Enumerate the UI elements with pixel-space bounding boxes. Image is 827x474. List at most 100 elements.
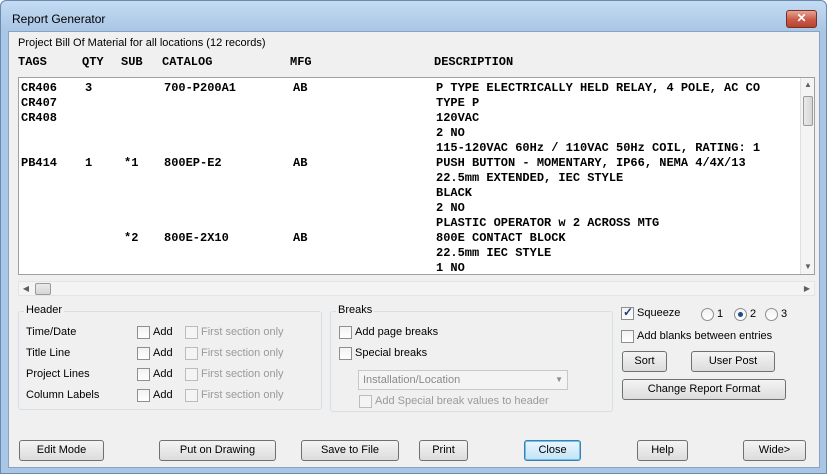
title-line-add-label: Add xyxy=(153,347,173,359)
column-labels-first-section-label: First section only xyxy=(201,389,284,401)
title-bar[interactable]: Report Generator ✕ xyxy=(1,1,826,31)
horizontal-scroll-thumb[interactable] xyxy=(35,283,51,295)
squeeze-checkbox[interactable] xyxy=(621,305,634,320)
report-row: CR408 120VAC xyxy=(19,111,804,126)
time-date-label: Time/Date xyxy=(26,326,77,338)
report-row: CR407 TYPE P xyxy=(19,96,804,111)
report-listing[interactable]: CR406 3 700-P200A1 AB P TYPE ELECTRICALLY HE… xyxy=(18,77,815,275)
report-row: PLASTIC OPERATOR w 2 ACROSS MTG xyxy=(19,216,804,231)
report-cell-description: 1 NO xyxy=(436,261,465,273)
report-row: 2 NO xyxy=(19,201,804,216)
edit-mode-button[interactable]: Edit Mode xyxy=(19,440,104,461)
column-header-mfg: MFG xyxy=(290,55,312,69)
add-special-break-values-label: Add Special break values to header xyxy=(375,395,549,407)
report-row: 115-120VAC 60Hz / 110VAC 50Hz COIL, RATI… xyxy=(19,141,804,156)
title-line-add-checkbox[interactable] xyxy=(137,347,150,360)
close-icon: ✕ xyxy=(796,11,807,25)
project-lines-add-checkbox[interactable] xyxy=(137,368,150,381)
add-blanks-label: Add blanks between entries xyxy=(637,330,773,342)
report-cell-description: 120VAC xyxy=(436,111,480,125)
report-cell-description: 22.5mm IEC STYLE xyxy=(436,246,552,260)
sort-button[interactable]: Sort xyxy=(622,351,667,372)
window-close-button[interactable]: ✕ xyxy=(786,10,817,28)
report-cell-tags: CR407 xyxy=(21,96,58,110)
report-generator-window: Report Generator ✕ Project Bill Of Mater… xyxy=(0,0,827,474)
column-header-sub: SUB xyxy=(121,55,143,69)
special-break-select-value: Installation/Location xyxy=(363,374,461,386)
report-cell-description: 22.5mm EXTENDED, IEC STYLE xyxy=(436,171,624,185)
report-cell-mfg: AB xyxy=(293,231,308,245)
put-on-drawing-button[interactable]: Put on Drawing xyxy=(159,440,276,461)
add-page-breaks-label: Add page breaks xyxy=(355,326,439,338)
special-breaks-label: Special breaks xyxy=(355,347,428,359)
squeeze-radio-3[interactable] xyxy=(765,308,778,321)
report-cell-catalog: 800E-2X10 xyxy=(164,231,229,245)
squeeze-radio-2-label: 2 xyxy=(750,308,757,320)
report-cell-description: BLACK xyxy=(436,186,473,200)
user-post-button[interactable]: User Post xyxy=(691,351,775,372)
report-subtitle: Project Bill Of Material for all locatio… xyxy=(18,37,266,49)
vertical-scroll-thumb[interactable] xyxy=(803,96,813,126)
scroll-right-arrow-icon[interactable]: ▶ xyxy=(800,282,814,296)
squeeze-radio-1-label: 1 xyxy=(717,308,724,320)
scroll-up-arrow-icon[interactable]: ▲ xyxy=(801,78,814,92)
report-cell-tags: PB414 xyxy=(21,156,58,170)
report-cell-description: 800E CONTACT BLOCK xyxy=(436,231,566,245)
report-cell-description: 2 NO xyxy=(436,201,465,215)
report-row: 1 NO xyxy=(19,261,804,273)
project-lines-label: Project Lines xyxy=(26,368,90,380)
report-cell-description: P TYPE ELECTRICALLY HELD RELAY, 4 POLE, … xyxy=(436,81,761,95)
squeeze-label: Squeeze xyxy=(637,307,681,319)
title-line-label: Title Line xyxy=(26,347,71,359)
print-button[interactable]: Print xyxy=(419,440,468,461)
report-cell-qty: 3 xyxy=(85,81,93,95)
column-header-catalog: CATALOG xyxy=(162,55,213,69)
report-row: BLACK xyxy=(19,186,804,201)
project-lines-add-label: Add xyxy=(153,368,173,380)
report-cell-tags: CR406 xyxy=(21,81,58,95)
vertical-scrollbar[interactable]: ▲ ▼ xyxy=(800,78,814,274)
title-line-first-section-checkbox[interactable] xyxy=(185,347,198,360)
squeeze-radio-1[interactable] xyxy=(701,308,714,321)
column-header-description: DESCRIPTION xyxy=(434,55,514,69)
report-cell-mfg: AB xyxy=(293,81,308,95)
report-cell-description: TYPE P xyxy=(436,96,480,110)
report-row: *2 800E-2X10 AB 800E CONTACT BLOCK xyxy=(19,231,804,246)
report-row: PB414 1 *1 800EP-E2 AB PUSH BUTTON - MOMENTAR… xyxy=(19,156,804,171)
column-header-tags: TAGS xyxy=(18,55,47,69)
time-date-first-section-checkbox[interactable] xyxy=(185,326,198,339)
report-cell-tags: CR408 xyxy=(21,111,58,125)
report-row: 22.5mm IEC STYLE xyxy=(19,246,804,261)
header-group-title: Header xyxy=(24,304,65,316)
column-labels-add-checkbox[interactable] xyxy=(137,389,150,402)
report-cell-description: PLASTIC OPERATOR w 2 ACROSS MTG xyxy=(436,216,660,230)
report-cell-mfg: AB xyxy=(293,156,308,170)
column-labels-add-label: Add xyxy=(153,389,173,401)
time-date-add-checkbox[interactable] xyxy=(137,326,150,339)
save-to-file-button[interactable]: Save to File xyxy=(301,440,399,461)
squeeze-radio-2[interactable] xyxy=(734,308,747,321)
special-breaks-checkbox[interactable] xyxy=(339,347,352,360)
add-blanks-checkbox[interactable] xyxy=(621,330,634,343)
column-labels-label: Column Labels xyxy=(26,389,100,401)
scroll-down-arrow-icon[interactable]: ▼ xyxy=(801,260,814,274)
help-button[interactable]: Help xyxy=(637,440,688,461)
report-cell-sub: *2 xyxy=(124,231,139,245)
close-button[interactable]: Close xyxy=(524,440,581,461)
report-row: 22.5mm EXTENDED, IEC STYLE xyxy=(19,171,804,186)
change-report-format-button[interactable]: Change Report Format xyxy=(622,379,786,400)
add-page-breaks-checkbox[interactable] xyxy=(339,326,352,339)
project-lines-first-section-checkbox[interactable] xyxy=(185,368,198,381)
column-labels-first-section-checkbox[interactable] xyxy=(185,389,198,402)
wide-button[interactable]: Wide> xyxy=(743,440,806,461)
window-title: Report Generator xyxy=(12,12,106,26)
title-line-first-section-label: First section only xyxy=(201,347,284,359)
dialog-client-area: Project Bill Of Material for all locatio… xyxy=(8,31,820,468)
time-date-add-label: Add xyxy=(153,326,173,338)
project-lines-first-section-label: First section only xyxy=(201,368,284,380)
add-special-break-values-checkbox[interactable] xyxy=(359,395,372,408)
report-cell-sub: *1 xyxy=(124,156,139,170)
horizontal-scrollbar[interactable]: ◀ ▶ xyxy=(18,281,815,296)
scroll-left-arrow-icon[interactable]: ◀ xyxy=(19,282,33,296)
special-break-select[interactable]: Installation/Location ▼ xyxy=(358,370,568,390)
